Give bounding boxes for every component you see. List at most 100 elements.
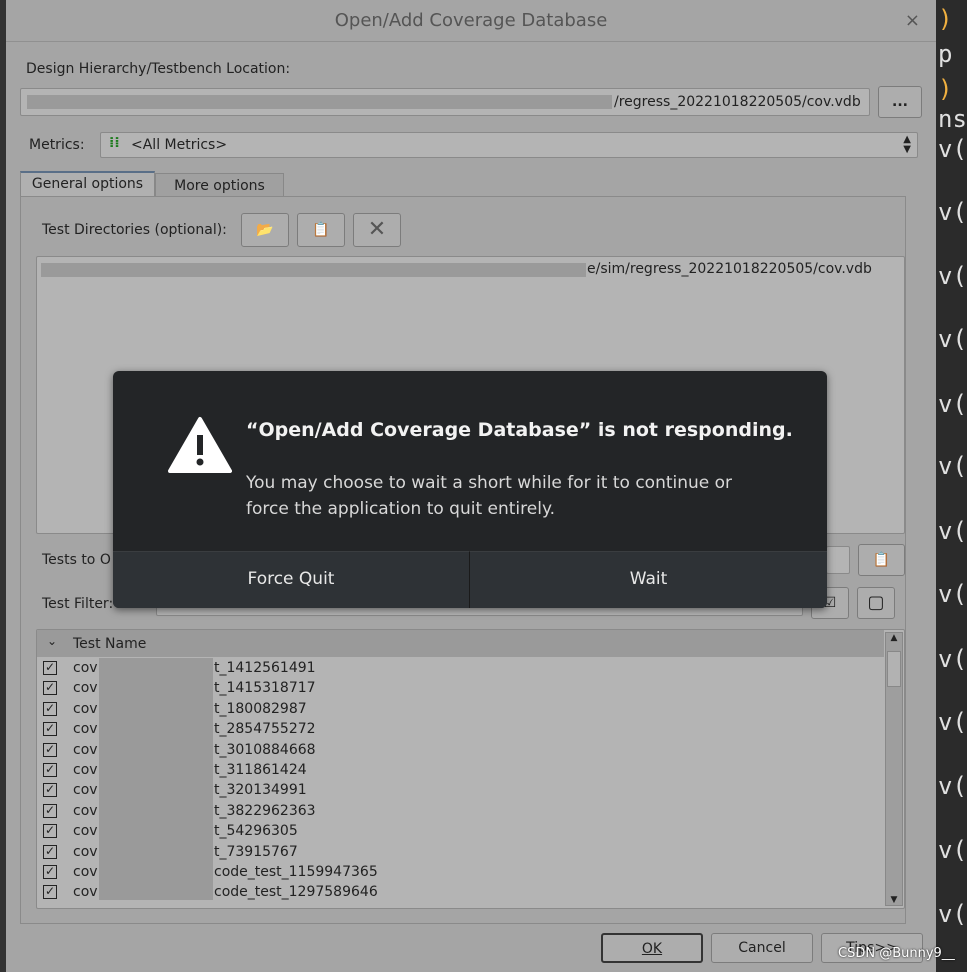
- clipboard-folder-icon: 📋: [312, 222, 330, 238]
- open-folder-button[interactable]: 📂: [241, 213, 289, 247]
- redacted-path: [27, 95, 612, 109]
- close-icon[interactable]: ×: [905, 10, 920, 31]
- test-name-prefix: cov: [73, 884, 98, 901]
- test-name-suffix: t_1412561491: [214, 660, 316, 676]
- row-checkbox[interactable]: ✓: [43, 661, 57, 675]
- chevron-down-icon[interactable]: ⌄: [47, 634, 57, 648]
- test-name-suffix: t_73915767: [214, 843, 298, 860]
- code-fragment: v(: [938, 135, 967, 163]
- row-checkbox[interactable]: ✓: [43, 783, 57, 798]
- scrollbar-thumb[interactable]: [887, 651, 901, 687]
- warning-icon: [168, 417, 232, 473]
- test-name-prefix: cov: [73, 782, 98, 799]
- redacted-names: [99, 658, 213, 900]
- test-name-prefix: cov: [73, 680, 98, 697]
- code-fragment: ): [938, 5, 953, 33]
- row-checkbox[interactable]: ✓: [43, 865, 57, 879]
- row-checkbox[interactable]: ✓: [43, 824, 57, 839]
- test-name-prefix: cov: [73, 721, 98, 738]
- test-name-suffix: t_3010884668: [214, 741, 316, 758]
- code-fragment: v(: [938, 262, 967, 290]
- not-responding-dialog: “Open/Add Coverage Database” is not resp…: [113, 371, 827, 608]
- open-folder-icon: 📂: [256, 222, 274, 238]
- scroll-down-icon[interactable]: ▼: [886, 895, 902, 905]
- test-name-suffix: t_1415318717: [214, 680, 316, 697]
- metrics-select[interactable]: ⁞⁞ <All Metrics> ▲ ▼: [100, 132, 918, 158]
- x-icon: ✕: [367, 217, 387, 242]
- test-name-prefix: cov: [73, 762, 98, 778]
- location-value: /regress_20221018220505/cov.vdb: [614, 94, 861, 110]
- clipboard-folder-icon: 📋: [872, 552, 891, 568]
- test-name-prefix: cov: [73, 823, 98, 840]
- code-fragment: v(: [938, 772, 967, 800]
- tests-browse-button[interactable]: 📋: [858, 544, 905, 576]
- test-name-prefix: cov: [73, 741, 98, 758]
- row-checkbox[interactable]: ✓: [43, 722, 57, 737]
- row-checkbox[interactable]: ✓: [43, 803, 57, 818]
- row-checkbox[interactable]: ✓: [43, 763, 57, 777]
- code-fragment: v(: [938, 708, 967, 736]
- row-checkbox[interactable]: ✓: [43, 885, 57, 900]
- code-fragment: v(: [938, 580, 967, 608]
- cancel-button[interactable]: Cancel: [711, 933, 813, 963]
- test-name-suffix: t_180082987: [214, 700, 307, 717]
- test-name-prefix: cov: [73, 660, 98, 676]
- test-name-suffix: t_311861424: [214, 762, 307, 778]
- row-checkbox[interactable]: ✓: [43, 742, 57, 757]
- metrics-label: Metrics:: [29, 137, 85, 153]
- test-name-prefix: cov: [73, 843, 98, 860]
- row-checkbox[interactable]: ✓: [43, 844, 57, 859]
- test-name-prefix: cov: [73, 864, 98, 880]
- spinner-arrows-icon: ▲ ▼: [903, 134, 911, 155]
- code-fragment: v(: [938, 836, 967, 864]
- table-header: ⌄ Test Name: [37, 630, 884, 657]
- remove-button[interactable]: ✕: [353, 213, 401, 247]
- dialog-title: Open/Add Coverage Database: [6, 0, 936, 42]
- row-checkbox[interactable]: ✓: [43, 681, 57, 696]
- code-fragment: ns: [938, 105, 967, 133]
- location-input[interactable]: /regress_20221018220505/cov.vdb: [20, 88, 870, 116]
- scroll-up-icon[interactable]: ▲: [886, 633, 902, 643]
- column-test-name[interactable]: Test Name: [73, 636, 146, 652]
- test-name-suffix: t_2854755272: [214, 721, 316, 738]
- metrics-icon: ⁞⁞: [109, 135, 120, 151]
- uncheck-all-button[interactable]: ▢: [857, 587, 895, 619]
- test-filter-label: Test Filter:: [42, 596, 114, 612]
- code-fragment: v(: [938, 645, 967, 673]
- test-dirs-label: Test Directories (optional):: [42, 222, 227, 238]
- test-name-suffix: t_54296305: [214, 823, 298, 840]
- tests-to-input[interactable]: [826, 546, 850, 574]
- code-fragment: p: [938, 40, 953, 68]
- paste-folder-button[interactable]: 📋: [297, 213, 345, 247]
- code-fragment: ): [938, 75, 953, 103]
- test-name-suffix: code_test_1297589646: [214, 884, 378, 901]
- code-fragment: v(: [938, 517, 967, 545]
- metrics-value: <All Metrics>: [131, 137, 228, 153]
- test-table: ⌄ Test Name ✓ cov t_1412561491 ✓ cov t_14…: [36, 629, 905, 909]
- modal-title: “Open/Add Coverage Database” is not resp…: [246, 419, 793, 441]
- code-fragment: v(: [938, 325, 967, 353]
- row-checkbox[interactable]: ✓: [43, 701, 57, 716]
- checkbox-empty-icon: ▢: [867, 592, 885, 613]
- test-name-suffix: t_320134991: [214, 782, 307, 799]
- test-name-suffix: t_3822962363: [214, 802, 316, 819]
- test-name-prefix: cov: [73, 700, 98, 717]
- test-name-suffix: code_test_1159947365: [214, 864, 378, 880]
- code-fragment: v(: [938, 452, 967, 480]
- force-quit-button[interactable]: Force Quit: [113, 551, 470, 608]
- redacted-path: [41, 263, 586, 277]
- background-code-editor: ) p) ns v(v(v(v(v(v(v(v(v(v(v(v(v(: [936, 0, 967, 972]
- tab-general-options[interactable]: General options: [20, 171, 155, 197]
- tab-more-options[interactable]: More options: [155, 173, 284, 197]
- code-fragment: v(: [938, 390, 967, 418]
- code-fragment: v(: [938, 198, 967, 226]
- test-name-prefix: cov: [73, 802, 98, 819]
- tests-to-label: Tests to O: [42, 552, 111, 568]
- wait-button[interactable]: Wait: [470, 551, 827, 608]
- browse-button[interactable]: ...: [878, 86, 922, 118]
- modal-body: You may choose to wait a short while for…: [246, 473, 733, 519]
- ok-button[interactable]: OK: [601, 933, 703, 963]
- location-label: Design Hierarchy/Testbench Location:: [26, 61, 291, 77]
- watermark: CSDN @Bunny9__: [838, 946, 955, 961]
- scrollbar[interactable]: ▲ ▼: [885, 632, 903, 906]
